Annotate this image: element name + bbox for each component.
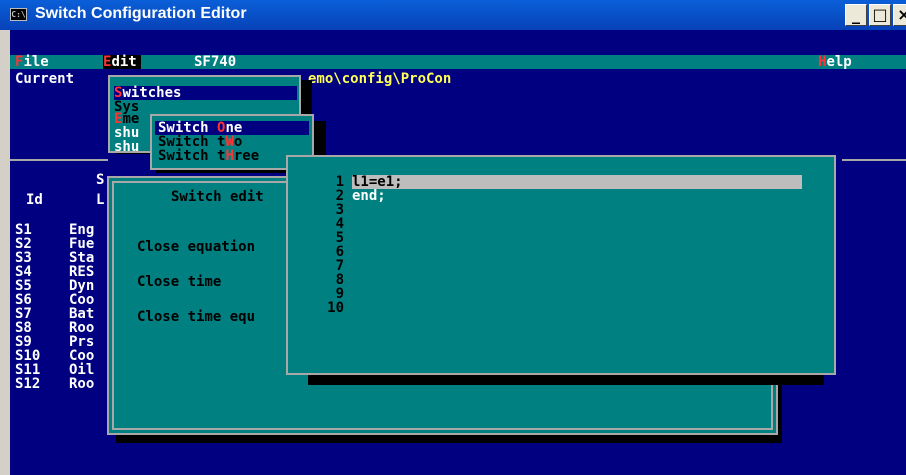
row-id[interactable]: S2	[15, 237, 32, 251]
model-label: SF740	[194, 54, 237, 70]
row-name[interactable]: Prs	[69, 335, 94, 349]
id-header: Id	[26, 192, 43, 208]
minimize-button[interactable]: _	[845, 4, 867, 26]
row-name[interactable]: Dyn	[69, 279, 94, 293]
row-id[interactable]: S8	[15, 321, 32, 335]
maximize-button[interactable]: □	[869, 4, 891, 26]
close-time-equ-label: Close time equ	[137, 309, 256, 325]
switch-edit-title: Switch edit	[171, 189, 264, 205]
row-id[interactable]: S1	[15, 223, 32, 237]
row-id[interactable]: S9	[15, 335, 32, 349]
close-equation-label: Close equation	[137, 239, 256, 255]
row-name[interactable]: Bat	[69, 307, 94, 321]
code-line-1[interactable]: l1=e1;	[352, 175, 403, 189]
menu-item-switch-two[interactable]: Switch tWo	[158, 135, 242, 149]
col2-header: L	[96, 192, 105, 208]
menu-file[interactable]: File	[15, 55, 49, 69]
code-line-numbers: 1 2 3 4 5 6 7 8 9 10	[327, 174, 344, 316]
console-area: File Edit SF740 Help Current emo\config\…	[10, 30, 906, 475]
row-id[interactable]: S7	[15, 307, 32, 321]
close-time-label: Close time	[137, 274, 222, 290]
row-id[interactable]: S5	[15, 279, 32, 293]
console-app-icon: C:\	[10, 8, 27, 21]
code-line-2[interactable]: end;	[352, 189, 386, 203]
row-name[interactable]: Fue	[69, 237, 94, 251]
menu-help[interactable]: Help	[818, 55, 852, 69]
menu-item-shu[interactable]: shu	[114, 126, 139, 140]
row-name[interactable]: Roo	[69, 377, 94, 391]
row-name[interactable]: Coo	[69, 349, 94, 363]
current-label: Current	[15, 71, 75, 87]
row-id[interactable]: S6	[15, 293, 32, 307]
row-name[interactable]: Coo	[69, 293, 94, 307]
title-bar[interactable]: C:\ Switch Configuration Editor _ □ ×	[0, 0, 906, 30]
menu-item-shu[interactable]: shu	[114, 140, 139, 154]
menu-bar: File Edit SF740 Help	[10, 55, 906, 69]
row-id[interactable]: S3	[15, 251, 32, 265]
row-id[interactable]: S4	[15, 265, 32, 279]
menu-item-switch-one[interactable]: Switch One	[158, 121, 242, 135]
menu-item-switch-three[interactable]: Switch tHree	[158, 149, 259, 163]
row-name[interactable]: Roo	[69, 321, 94, 335]
close-button[interactable]: ×	[893, 4, 906, 26]
current-line-highlight	[352, 175, 802, 189]
row-id[interactable]: S12	[15, 377, 40, 391]
divider-right	[842, 159, 906, 161]
menu-item-eme[interactable]: Eme	[114, 112, 139, 126]
current-path: emo\config\ProCon	[308, 71, 452, 87]
window-title: Switch Configuration Editor	[35, 5, 247, 22]
menu-item-switches[interactable]: Switches	[114, 86, 181, 100]
row-id[interactable]: S11	[15, 363, 40, 377]
menu-edit[interactable]: Edit	[103, 55, 137, 69]
row-id[interactable]: S10	[15, 349, 40, 363]
row-name[interactable]: Oil	[69, 363, 94, 377]
code-editor[interactable]: 1 2 3 4 5 6 7 8 9 10 l1=e1; end;	[286, 155, 836, 375]
divider-left	[10, 159, 108, 161]
row-name[interactable]: Sta	[69, 251, 94, 265]
row-name[interactable]: Eng	[69, 223, 94, 237]
s-fragment: S	[96, 172, 105, 188]
row-name[interactable]: RES	[69, 265, 94, 279]
